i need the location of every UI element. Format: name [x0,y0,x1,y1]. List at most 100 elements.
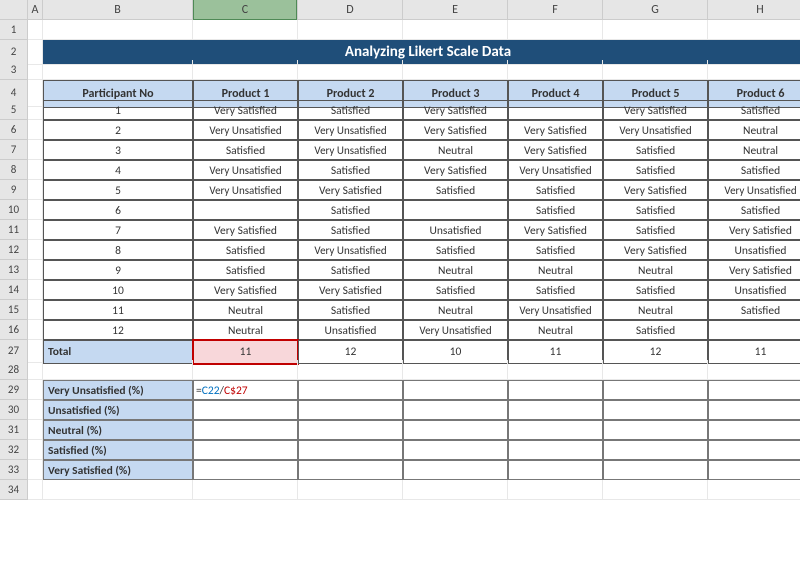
data-cell[interactable]: Very Unsatisfied [298,140,403,160]
pct-cell[interactable] [708,380,800,400]
data-cell[interactable]: Very Satisfied [193,100,298,120]
data-cell[interactable]: Neutral [508,320,603,340]
data-cell[interactable]: Satisfied [508,200,603,220]
row-header[interactable]: 3 [0,60,28,80]
cell[interactable] [43,20,193,40]
data-cell[interactable]: Very Unsatisfied [193,160,298,180]
pct-cell[interactable] [298,420,403,440]
cell[interactable] [28,400,43,420]
data-cell[interactable] [403,200,508,220]
cell[interactable] [28,300,43,320]
data-cell[interactable]: Satisfied [298,160,403,180]
row-header[interactable]: 8 [0,160,28,180]
participant-no[interactable]: 3 [43,140,193,160]
row-header[interactable]: 6 [0,120,28,140]
data-cell[interactable]: Very Unsatisfied [708,180,800,200]
row-header[interactable]: 31 [0,420,28,440]
col-header-selected[interactable]: C [193,0,297,20]
pct-label[interactable]: Very Unsatisfied (%) [43,380,193,400]
pct-cell[interactable] [603,440,708,460]
pct-cell[interactable] [708,400,800,420]
data-cell[interactable]: Very Satisfied [708,260,800,280]
pct-cell[interactable] [298,400,403,420]
row-header[interactable]: 11 [0,220,28,240]
cell[interactable] [28,280,43,300]
cell[interactable] [28,160,43,180]
row-header[interactable]: 1 [0,20,28,40]
cell[interactable] [193,60,298,80]
pct-cell[interactable] [508,440,603,460]
cell[interactable] [43,360,193,380]
col-header-E[interactable]: E [403,0,508,20]
pct-cell[interactable] [508,460,603,480]
row-header[interactable]: 5 [0,100,28,120]
pct-label[interactable]: Unsatisfied (%) [43,400,193,420]
pct-cell[interactable] [403,380,508,400]
pct-cell[interactable] [603,420,708,440]
cell[interactable] [403,60,508,80]
data-cell[interactable]: Satisfied [603,280,708,300]
col-header-C[interactable]: C [193,0,298,20]
data-cell[interactable]: Satisfied [403,240,508,260]
data-cell[interactable]: Very Satisfied [508,120,603,140]
cell[interactable] [28,260,43,280]
pct-cell[interactable] [298,440,403,460]
cell[interactable] [603,60,708,80]
row-header[interactable]: 12 [0,240,28,260]
data-cell[interactable]: Satisfied [298,300,403,320]
pct-cell[interactable] [193,420,298,440]
participant-no[interactable]: 8 [43,240,193,260]
participant-no[interactable]: 5 [43,180,193,200]
pct-cell[interactable] [193,400,298,420]
data-cell[interactable]: Very Unsatisfied [403,320,508,340]
data-cell[interactable]: Satisfied [603,140,708,160]
cell[interactable] [43,60,193,80]
cell[interactable] [508,480,603,500]
cell[interactable] [28,320,43,340]
cell[interactable] [28,100,43,120]
row-header[interactable]: 34 [0,480,28,500]
cell[interactable] [193,20,298,40]
cell[interactable] [298,60,403,80]
cell[interactable] [28,380,43,400]
cell[interactable] [508,20,603,40]
participant-no[interactable]: 4 [43,160,193,180]
pct-cell[interactable] [403,400,508,420]
data-cell[interactable]: Very Unsatisfied [508,160,603,180]
row-header[interactable]: 32 [0,440,28,460]
participant-no[interactable]: 11 [43,300,193,320]
data-cell[interactable]: Neutral [403,300,508,320]
cell[interactable] [28,220,43,240]
data-cell[interactable]: Unsatisfied [708,240,800,260]
participant-no[interactable]: 1 [43,100,193,120]
cell[interactable] [28,480,43,500]
data-cell[interactable]: Neutral [508,260,603,280]
data-cell[interactable]: Very Unsatisfied [603,120,708,140]
formula-cell[interactable]: =C22/C$27 [193,380,298,400]
data-cell[interactable]: Satisfied [708,200,800,220]
col-header-H[interactable]: H [708,0,800,20]
data-cell[interactable]: Satisfied [708,300,800,320]
cell[interactable] [603,480,708,500]
pct-cell[interactable] [508,380,603,400]
row-header[interactable]: 16 [0,320,28,340]
col-header-G[interactable]: G [603,0,708,20]
data-cell[interactable]: Neutral [603,260,708,280]
data-cell[interactable]: Very Satisfied [193,220,298,240]
data-cell[interactable]: Very Unsatisfied [298,120,403,140]
cell[interactable] [28,20,43,40]
data-cell[interactable]: Very Satisfied [508,220,603,240]
cell[interactable] [28,440,43,460]
cell[interactable] [28,200,43,220]
row-header[interactable]: 28 [0,360,28,380]
data-cell[interactable]: Satisfied [603,320,708,340]
pct-cell[interactable] [508,400,603,420]
data-cell[interactable]: Satisfied [708,160,800,180]
cell[interactable] [708,20,800,40]
pct-cell[interactable] [298,460,403,480]
pct-cell[interactable] [708,440,800,460]
cell[interactable] [603,20,708,40]
cell[interactable] [28,420,43,440]
cell[interactable] [298,360,403,380]
data-cell[interactable]: Satisfied [403,180,508,200]
